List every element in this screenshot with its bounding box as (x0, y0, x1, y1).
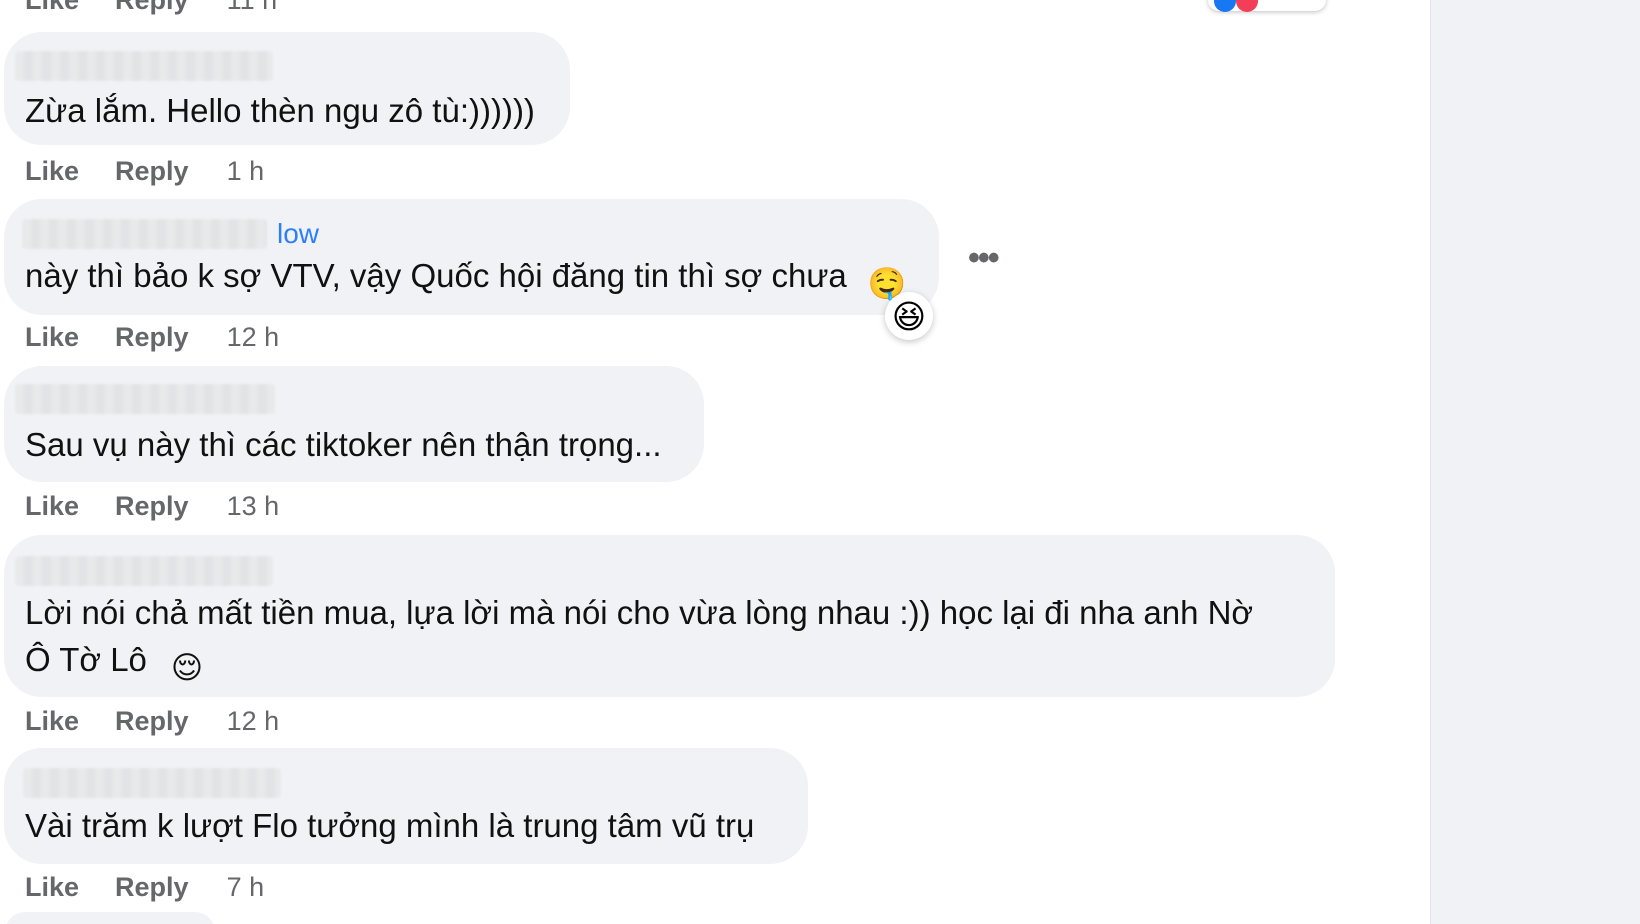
previous-comment-reaction-summary[interactable] (1208, 0, 1326, 12)
reply-button[interactable]: Reply (115, 704, 189, 738)
like-button[interactable]: Like (25, 154, 79, 188)
comment-actions-4: Like Reply 12 h (25, 704, 279, 738)
next-comment-bubble-partial (5, 912, 215, 924)
like-button[interactable]: Like (25, 704, 79, 738)
comment-time[interactable]: 12 h (227, 704, 280, 738)
author-tag-link[interactable]: low (277, 217, 319, 251)
reply-button[interactable]: Reply (115, 489, 189, 523)
reply-button[interactable]: Reply (115, 320, 189, 354)
comment-actions-3: Like Reply 13 h (25, 489, 279, 523)
love-reaction-icon (1236, 0, 1258, 12)
comment-text-content: Ô Tờ Lô (25, 641, 147, 678)
like-button[interactable]: Like (25, 320, 79, 354)
comment-text: Vài trăm k lượt Flo tưởng mình là trung … (25, 807, 755, 844)
like-button[interactable]: Like (25, 0, 79, 17)
comments-feed: Like Reply 11 h Zừa lắm. Hello thèn ngu … (0, 0, 1430, 924)
comment-actions-1: Like Reply 1 h (25, 154, 264, 188)
facebook-comment-screen: Like Reply 11 h Zừa lắm. Hello thèn ngu … (0, 0, 1640, 924)
haha-reaction-icon[interactable]: 😆 (885, 292, 933, 340)
comment-bubble-1: Zừa lắm. Hello thèn ngu zô tù:)))))) (4, 32, 570, 145)
comment-actions-2: Like Reply 12 h (25, 320, 279, 354)
comment-time[interactable]: 7 h (227, 870, 265, 904)
comment-text-content: này thì bảo k sợ VTV, vậy Quốc hội đăng … (25, 257, 847, 294)
comment-actions-5: Like Reply 7 h (25, 870, 264, 904)
comment-bubble-2: low này thì bảo k sợ VTV, vậy Quốc hội đ… (4, 199, 939, 315)
reply-button[interactable]: Reply (115, 0, 189, 17)
comment-text-line-1: Lời nói chả mất tiền mua, lựa lời mà nói… (25, 594, 1254, 631)
more-options-icon[interactable]: ••• (968, 241, 1000, 275)
like-button[interactable]: Like (25, 870, 79, 904)
comment-time[interactable]: 12 h (227, 320, 280, 354)
relieved-face-icon: 😌 (170, 650, 204, 685)
blurred-author-name[interactable] (23, 768, 281, 798)
comment-text: Sau vụ này thì các tiktoker nên thận trọ… (25, 426, 662, 463)
comment-bubble-3: Sau vụ này thì các tiktoker nên thận trọ… (4, 366, 704, 482)
comment-bubble-4: Lời nói chả mất tiền mua, lựa lời mà nói… (4, 535, 1335, 697)
comment-text: Zừa lắm. Hello thèn ngu zô tù:)))))) (25, 92, 535, 129)
comment-time[interactable]: 11 h (227, 0, 278, 17)
comment-time[interactable]: 1 h (227, 154, 265, 188)
comment-time[interactable]: 13 h (227, 489, 280, 523)
like-button[interactable]: Like (25, 489, 79, 523)
reply-button[interactable]: Reply (115, 154, 189, 188)
blurred-author-name[interactable] (15, 51, 273, 81)
comment-bubble-5: Vài trăm k lượt Flo tưởng mình là trung … (4, 748, 808, 864)
like-reaction-icon (1214, 0, 1236, 12)
blurred-author-name[interactable] (22, 219, 267, 249)
previous-comment-actions: Like Reply 11 h (25, 0, 277, 17)
right-side-panel (1430, 0, 1640, 924)
reply-button[interactable]: Reply (115, 870, 189, 904)
blurred-author-name[interactable] (15, 556, 273, 586)
blurred-author-name[interactable] (15, 384, 275, 414)
comment-text-line-2: Ô Tờ Lô 😌 (25, 637, 206, 687)
comment-text: này thì bảo k sợ VTV, vậy Quốc hội đăng … (25, 253, 906, 303)
